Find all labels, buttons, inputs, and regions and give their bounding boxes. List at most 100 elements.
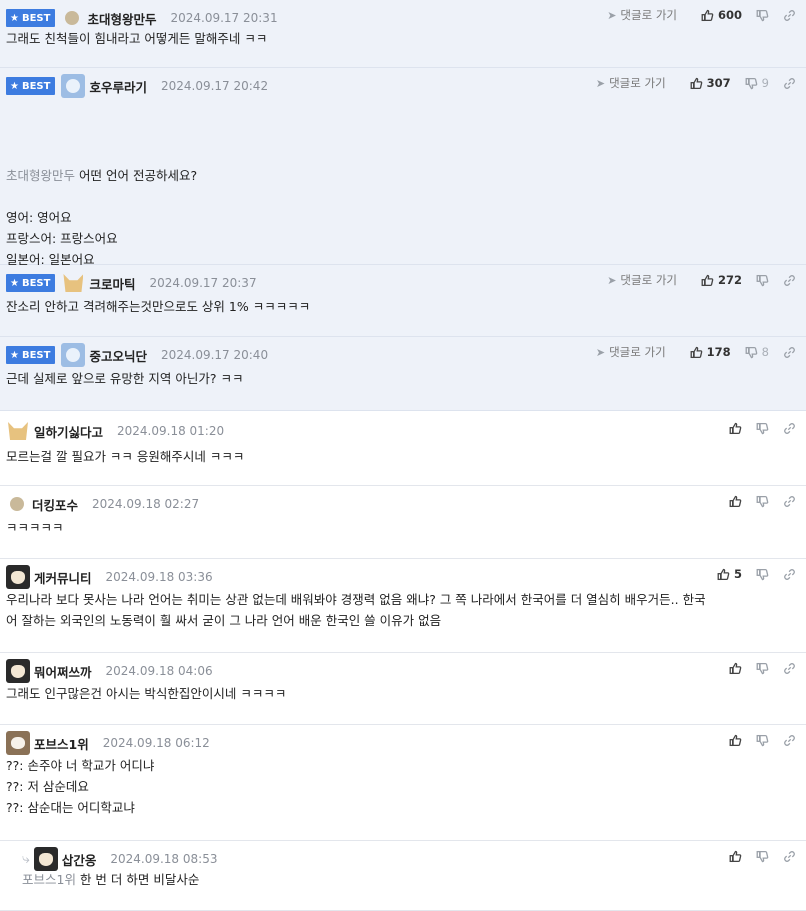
thumbs-up-icon bbox=[729, 495, 742, 507]
avatar[interactable] bbox=[6, 659, 30, 683]
upvote-button[interactable]: 600 bbox=[701, 8, 742, 22]
comment-actions: 5 bbox=[703, 566, 796, 582]
comment-text: ㅋㅋㅋㅋㅋ bbox=[6, 520, 64, 535]
avatar[interactable] bbox=[61, 343, 86, 367]
downvote-count: 8 bbox=[761, 345, 769, 359]
share-link-button[interactable] bbox=[783, 662, 796, 675]
comment-body: 우리나라 보다 못사는 나라 언어는 취미는 상관 없는데 배워봐야 경쟁력 없… bbox=[6, 589, 796, 631]
share-link-button[interactable] bbox=[783, 422, 796, 435]
best-badge: ★ BEST bbox=[6, 274, 56, 292]
avatar[interactable] bbox=[10, 497, 24, 511]
comment-body: 모르는걸 깔 필요가 ㅋㅋ 응원해주시네 ㅋㅋㅋ bbox=[6, 446, 796, 467]
share-link-button[interactable] bbox=[783, 568, 796, 581]
avatar[interactable] bbox=[6, 419, 30, 443]
author-nickname[interactable]: 더킹포수 bbox=[32, 495, 78, 514]
author-nickname[interactable]: 삽간옹 bbox=[62, 850, 97, 869]
avatar[interactable] bbox=[6, 565, 30, 589]
comment-item: ★ BEST 호우루라기 2024.09.17 20:42 ➤ 댓글로 가기 307 9 초대형… bbox=[0, 68, 806, 309]
goto-comment-link[interactable]: ➤ 댓글로 가기 bbox=[596, 75, 666, 91]
comment-text: 어떤 언어 전공하세요? bbox=[79, 168, 198, 183]
share-link-button[interactable] bbox=[783, 346, 796, 359]
comment-actions: ➤ 댓글로 가기 272 bbox=[607, 272, 796, 288]
upvote-button[interactable] bbox=[729, 662, 742, 675]
comment-line: 그래도 인구많은건 아시는 박식한집안이시네 ㅋㅋㅋㅋ bbox=[6, 683, 796, 704]
thumbs-up-icon bbox=[701, 9, 714, 21]
comment-text: 한 번 더 하면 비달사순 bbox=[79, 872, 200, 887]
downvote-button[interactable] bbox=[756, 9, 769, 22]
mention-nickname[interactable]: 포브스1위 bbox=[22, 872, 76, 887]
navigation-arrow-icon: ➤ bbox=[607, 273, 617, 287]
comment-actions bbox=[715, 493, 796, 509]
comment-line bbox=[6, 186, 796, 207]
star-icon: ★ bbox=[10, 277, 19, 289]
comment-text: ??: 손주야 너 학교가 어디냐 bbox=[6, 758, 155, 773]
comment-line: ??: 저 삼순데요 bbox=[6, 776, 796, 797]
author-nickname[interactable]: 포브스1위 bbox=[34, 734, 89, 753]
thumbs-down-icon bbox=[756, 495, 769, 507]
comment-line: 포브스1위 한 번 더 하면 비달사순 bbox=[22, 869, 806, 890]
downvote-button[interactable] bbox=[756, 495, 769, 508]
goto-comment-link[interactable]: ➤ 댓글로 가기 bbox=[607, 272, 677, 288]
share-link-button[interactable] bbox=[783, 734, 796, 747]
goto-comment-link[interactable]: ➤ 댓글로 가기 bbox=[607, 7, 677, 23]
share-link-button[interactable] bbox=[783, 850, 796, 863]
link-icon bbox=[784, 274, 795, 286]
mention-nickname[interactable]: 초대형왕만두 bbox=[6, 168, 75, 183]
comment-list: ★ BEST 초대형왕만두 2024.09.17 20:31 ➤ 댓글로 가기 600 그래도… bbox=[0, 0, 806, 911]
thumbs-down-icon bbox=[756, 274, 769, 286]
comment-actions bbox=[715, 420, 796, 436]
upvote-count: 5 bbox=[733, 567, 742, 581]
avatar[interactable] bbox=[61, 74, 86, 98]
comment-header: 게커뮤니티 2024.09.18 03:36 bbox=[6, 565, 213, 589]
avatar[interactable] bbox=[65, 11, 80, 25]
author-nickname[interactable]: 크로마틱 bbox=[89, 274, 135, 293]
author-nickname[interactable]: 초대형왕만두 bbox=[87, 9, 156, 28]
share-link-button[interactable] bbox=[783, 9, 796, 22]
downvote-count: 9 bbox=[761, 76, 769, 90]
downvote-button[interactable] bbox=[756, 662, 769, 675]
goto-comment-link[interactable]: ➤ 댓글로 가기 bbox=[596, 344, 666, 360]
avatar[interactable] bbox=[61, 271, 85, 295]
downvote-button[interactable]: 8 bbox=[745, 345, 769, 359]
comment-date: 2024.09.17 20:42 bbox=[160, 79, 269, 93]
upvote-button[interactable] bbox=[729, 422, 742, 435]
thumbs-up-icon bbox=[729, 662, 742, 674]
thumbs-down-icon bbox=[756, 9, 769, 21]
upvote-button[interactable]: 178 bbox=[690, 345, 731, 359]
author-nickname[interactable]: 일하기싫다고 bbox=[34, 422, 103, 441]
comment-line: 모르는걸 깔 필요가 ㅋㅋ 응원해주시네 ㅋㅋㅋ bbox=[6, 446, 796, 467]
upvote-button[interactable] bbox=[729, 850, 742, 863]
downvote-button[interactable] bbox=[756, 850, 769, 863]
author-nickname[interactable]: 중고오닉단 bbox=[89, 346, 147, 365]
best-badge-label: BEST bbox=[21, 80, 51, 92]
downvote-button[interactable] bbox=[756, 568, 769, 581]
upvote-button[interactable]: 307 bbox=[690, 76, 731, 90]
comment-date: 2024.09.18 02:27 bbox=[92, 497, 200, 511]
author-nickname[interactable]: 뭐어쩌쓰까 bbox=[34, 662, 92, 681]
share-link-button[interactable] bbox=[783, 274, 796, 287]
downvote-button[interactable]: 9 bbox=[745, 76, 769, 90]
share-link-button[interactable] bbox=[783, 495, 796, 508]
downvote-button[interactable] bbox=[756, 422, 769, 435]
upvote-button[interactable]: 272 bbox=[701, 273, 742, 287]
author-nickname[interactable]: 게커뮤니티 bbox=[34, 568, 92, 587]
comment-actions: ➤ 댓글로 가기 307 9 bbox=[596, 75, 796, 91]
comment-line: 그래도 친척들이 힘내라고 어떻게든 말해주네 ㅋㅋ bbox=[6, 28, 796, 49]
comment-date: 2024.09.17 20:37 bbox=[149, 276, 257, 290]
comment-line: ??: 손주야 너 학교가 어디냐 bbox=[6, 755, 796, 776]
thumbs-up-icon bbox=[690, 346, 702, 358]
avatar[interactable] bbox=[6, 731, 30, 755]
comment-date: 2024.09.18 06:12 bbox=[102, 736, 210, 750]
share-link-button[interactable] bbox=[783, 77, 796, 90]
avatar[interactable] bbox=[33, 847, 58, 871]
upvote-button[interactable] bbox=[729, 495, 742, 508]
goto-comment-label: 댓글로 가기 bbox=[609, 345, 666, 359]
comment-body: 포브스1위 한 번 더 하면 비달사순 bbox=[22, 869, 806, 890]
author-nickname[interactable]: 호우루라기 bbox=[89, 77, 147, 96]
best-badge: ★ BEST bbox=[6, 9, 56, 27]
upvote-button[interactable]: 5 bbox=[717, 567, 742, 581]
downvote-button[interactable] bbox=[756, 274, 769, 287]
best-badge-label: BEST bbox=[21, 277, 51, 289]
upvote-button[interactable] bbox=[729, 734, 742, 747]
downvote-button[interactable] bbox=[756, 734, 769, 747]
